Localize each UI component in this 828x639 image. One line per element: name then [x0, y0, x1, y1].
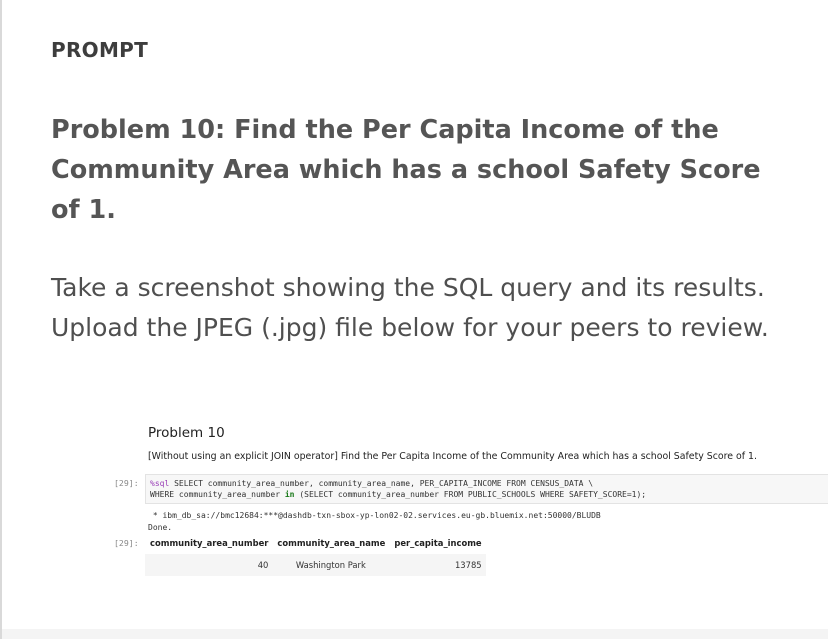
column-header: community_area_number	[150, 538, 269, 548]
code-in-keyword: in	[284, 490, 295, 499]
sql-code-cell: %sql SELECT community_area_number, commu…	[145, 474, 828, 504]
notebook-description: [Without using an explicit JOIN operator…	[148, 451, 757, 462]
code-line-2a: WHERE community_area_number	[150, 490, 285, 499]
left-border	[0, 0, 2, 639]
table-cell: 40	[145, 554, 273, 576]
table-row: 40 Washington Park 13785	[145, 554, 486, 576]
input-prompt: [29]:	[114, 478, 139, 488]
status-text: Done.	[148, 522, 173, 532]
table-cell: 13785	[389, 554, 486, 576]
connection-string: * ibm_db_sa://bmc12684:***@dashdb-txn-sb…	[148, 511, 601, 520]
instructions-text: Take a screenshot showing the SQL query …	[51, 273, 769, 342]
column-header: community_area_name	[277, 538, 386, 548]
notebook-screenshot: Problem 10 [Without using an explicit JO…	[106, 415, 828, 590]
notebook-heading: Problem 10	[148, 425, 225, 441]
prompt-label: PROMPT	[51, 38, 149, 62]
code-line-1: SELECT community_area_number, community_…	[169, 479, 594, 488]
result-table: community_area_number community_area_nam…	[145, 535, 486, 576]
sql-magic: %sql	[150, 479, 170, 488]
table-cell: Washington Park	[272, 554, 390, 576]
table-header-row: community_area_number community_area_nam…	[145, 535, 486, 554]
problem-title: Problem 10: Find the Per Capita Income o…	[51, 115, 761, 225]
output-prompt: [29]:	[114, 538, 139, 548]
cell-output: * ibm_db_sa://bmc12684:***@dashdb-txn-sb…	[148, 510, 601, 533]
bottom-band	[2, 629, 828, 639]
code-line-2b: (SELECT community_area_number FROM PUBLI…	[294, 490, 647, 499]
column-header: per_capita_income	[394, 538, 482, 548]
